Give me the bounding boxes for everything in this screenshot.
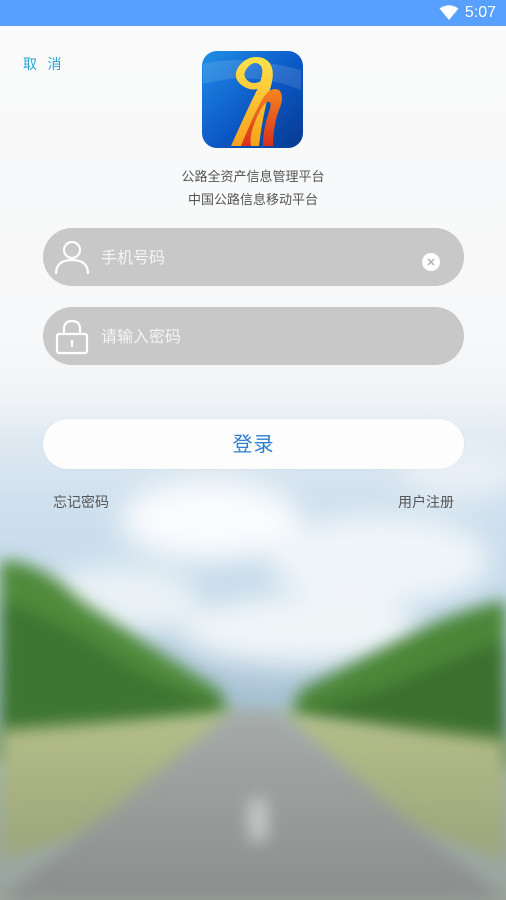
forgot-password-link[interactable]: 忘记密码 [53,492,109,512]
login-button[interactable]: 登录 [43,419,464,469]
login-screen: 5:07 取 消 公路全资产信息管理平台 中国公路信息移动平台 手机号码 登录 … [0,0,506,900]
wifi-icon [439,5,459,20]
phone-input[interactable] [101,228,401,286]
status-bar: 5:07 [0,0,506,26]
password-field[interactable] [43,307,464,365]
phone-field[interactable] [43,228,464,286]
user-icon [54,240,90,275]
password-input[interactable] [101,307,401,365]
lock-icon [55,319,89,355]
cancel-button[interactable]: 取 消 [23,54,64,74]
app-logo-icon [202,51,303,148]
clear-icon[interactable] [422,253,440,271]
status-time: 5:07 [464,4,496,21]
app-subtitle-line1: 公路全资产信息管理平台 [181,170,325,185]
register-link[interactable]: 用户注册 [398,492,454,512]
app-subtitle-line2: 中国公路信息移动平台 [187,193,318,208]
